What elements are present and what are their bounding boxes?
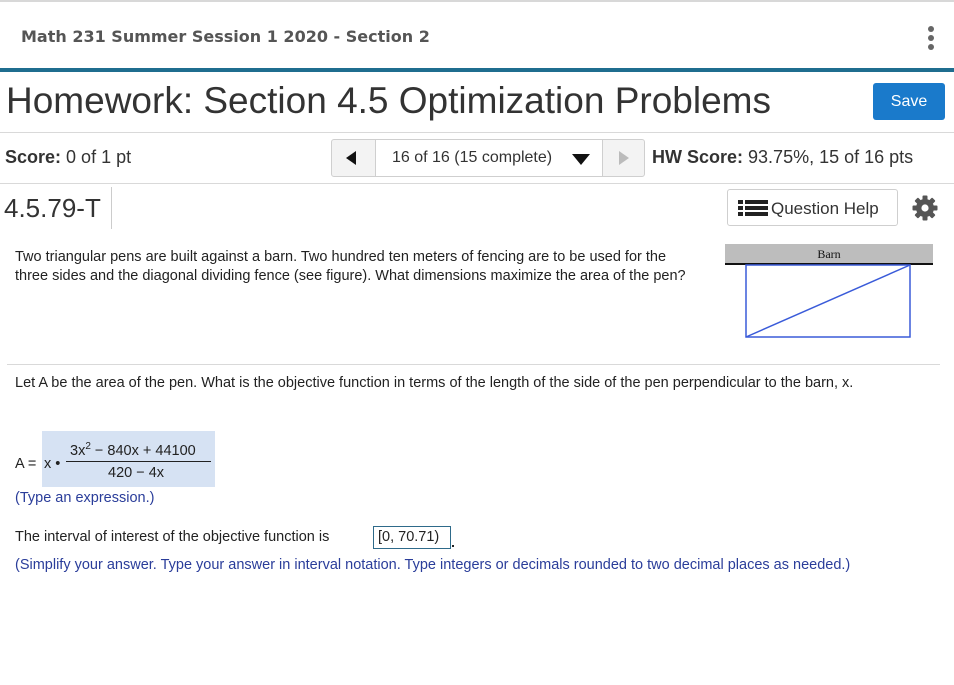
answer-factor: x • (44, 456, 61, 472)
score-label: Score: (5, 147, 62, 167)
list-icon (738, 200, 768, 216)
answer-lhs: A = (15, 456, 37, 472)
divider (0, 132, 954, 133)
question-navigator: 16 of 16 (15 complete) (331, 139, 645, 177)
top-bar: Math 231 Summer Session 1 2020 - Section… (0, 0, 954, 70)
part1-hint: (Type an expression.) (15, 490, 155, 506)
period (452, 545, 454, 547)
part2-prompt: The interval of interest of the objectiv… (15, 529, 330, 545)
triangle-right-icon (619, 151, 629, 165)
save-button[interactable]: Save (873, 83, 945, 120)
objective-function-answer[interactable]: x • 3x2 − 840x + 44100 420 − 4x (42, 431, 215, 487)
previous-question-button[interactable] (332, 140, 375, 176)
question-select-dropdown[interactable]: 16 of 16 (15 complete) (375, 140, 603, 176)
course-title: Math 231 Summer Session 1 2020 - Section… (21, 27, 430, 46)
problem-statement: Two triangular pens are built against a … (15, 249, 686, 284)
barn-figure: Barn (725, 244, 933, 338)
part1-prompt: Let A be the area of the pen. What is th… (15, 375, 854, 391)
fraction-bar (66, 461, 211, 462)
question-id: 4.5.79-T (4, 193, 101, 223)
question-position-label: 16 of 16 (15 complete) (392, 149, 553, 166)
score-value: 0 of 1 pt (66, 147, 132, 167)
question-id-separator (111, 187, 112, 229)
barn-label: Barn (817, 247, 840, 261)
divider (0, 183, 954, 184)
score: Score: 0 of 1 pt (5, 147, 131, 168)
kebab-menu-icon[interactable] (926, 26, 936, 52)
divider (7, 364, 940, 365)
header-accent-line (0, 68, 954, 72)
hw-score: HW Score: 93.75%, 15 of 16 pts (652, 147, 913, 168)
part2-hint: (Simplify your answer. Type your answer … (15, 557, 851, 573)
question-help-label: Question Help (771, 199, 879, 218)
caret-down-icon (572, 154, 590, 165)
fraction-denominator: 420 − 4x (108, 465, 165, 481)
gear-icon[interactable] (912, 195, 938, 221)
next-question-button[interactable] (603, 140, 645, 176)
page-title: Homework: Section 4.5 Optimization Probl… (6, 80, 771, 121)
question-help-button[interactable]: Question Help (727, 189, 898, 226)
interval-answer-input[interactable]: [0, 70.71) (373, 526, 451, 549)
triangle-left-icon (346, 151, 356, 165)
fraction-numerator: 3x2 − 840x + 44100 (70, 441, 196, 459)
hw-score-label: HW Score: (652, 147, 744, 167)
hw-score-value: 93.75%, 15 of 16 pts (748, 147, 914, 167)
